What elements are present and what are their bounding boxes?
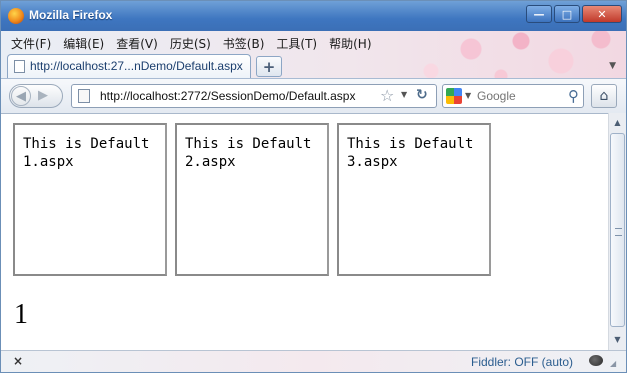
forward-arrow-icon[interactable]: ▶ — [38, 88, 48, 103]
home-button[interactable]: ⌂ — [591, 84, 617, 108]
menu-bookmarks[interactable]: 书签(B) — [217, 33, 271, 53]
page-content: This is Default1.aspx This is Default2.a… — [1, 113, 608, 350]
menu-help[interactable]: 帮助(H) — [323, 33, 377, 53]
page-icon — [14, 60, 25, 73]
menu-bar: 文件(F) 编辑(E) 查看(V) 历史(S) 书签(B) 工具(T) 帮助(H… — [5, 33, 378, 53]
frame-text: This is Default1.aspx — [23, 136, 150, 170]
browser-chrome: 文件(F) 编辑(E) 查看(V) 历史(S) 书签(B) 工具(T) 帮助(H… — [1, 31, 626, 114]
navigation-toolbar: ◀ ▶ http://localhost:2772/SessionDemo/De… — [1, 78, 626, 114]
menu-edit[interactable]: 编辑(E) — [57, 33, 110, 53]
fiddler-status[interactable]: Fiddler: OFF (auto) — [471, 355, 573, 369]
frame-text: This is Default2.aspx — [185, 136, 312, 170]
menu-tools[interactable]: 工具(T) — [270, 33, 323, 53]
search-engine-dropdown-icon[interactable]: ▼ — [465, 91, 471, 100]
back-arrow-icon[interactable]: ◀ — [11, 86, 31, 106]
home-icon: ⌂ — [599, 88, 609, 104]
new-tab-button[interactable]: + — [256, 56, 282, 77]
back-forward-group: ◀ ▶ — [9, 84, 63, 108]
title-bar: Mozilla Firefox — □ ✕ — [1, 1, 626, 31]
frame-default2: This is Default2.aspx — [175, 123, 329, 276]
magnifier-icon[interactable]: ⚲ — [568, 87, 579, 105]
window-controls: — □ ✕ — [526, 5, 622, 23]
scroll-up-icon[interactable]: ▲ — [610, 115, 625, 131]
vertical-scrollbar[interactable]: ▲ ▼ — [608, 113, 626, 350]
address-bar[interactable]: http://localhost:2772/SessionDemo/Defaul… — [71, 84, 437, 108]
tab-list-chevron-icon[interactable]: ▼ — [609, 61, 616, 71]
frame-default3: This is Default3.aspx — [337, 123, 491, 276]
tab-default-aspx[interactable]: http://localhost:27...nDemo/Default.aspx — [7, 54, 251, 78]
tab-strip: http://localhost:27...nDemo/Default.aspx… — [1, 53, 626, 78]
scrollbar-thumb[interactable] — [610, 133, 625, 327]
minimize-button[interactable]: — — [526, 5, 552, 23]
search-input[interactable] — [477, 89, 557, 103]
menu-file[interactable]: 文件(F) — [5, 33, 57, 53]
counter-value: 1 — [14, 299, 28, 330]
history-dropdown-icon[interactable]: ▼ — [401, 90, 407, 99]
url-text[interactable]: http://localhost:2772/SessionDemo/Defaul… — [100, 89, 355, 103]
window-title: Mozilla Firefox — [29, 8, 113, 22]
status-bar: × Fiddler: OFF (auto) ◢ — [1, 350, 626, 372]
firefox-logo-icon — [8, 8, 24, 24]
close-window-button[interactable]: ✕ — [582, 5, 622, 23]
frame-text: This is Default3.aspx — [347, 136, 474, 170]
menu-view[interactable]: 查看(V) — [110, 33, 164, 53]
page-icon — [78, 89, 90, 103]
resize-grip-icon[interactable]: ◢ — [610, 359, 616, 368]
menu-history[interactable]: 历史(S) — [164, 33, 217, 53]
scroll-down-icon[interactable]: ▼ — [610, 332, 625, 348]
bookmark-star-icon[interactable]: ☆ — [380, 86, 394, 105]
tab-title: http://localhost:27...nDemo/Default.aspx — [30, 59, 243, 73]
search-bar: ▼ ⚲ — [442, 84, 584, 108]
reload-icon[interactable]: ↻ — [416, 87, 428, 103]
addon-icon[interactable] — [589, 355, 603, 366]
browser-window: Mozilla Firefox — □ ✕ 文件(F) 编辑(E) 查看(V) … — [0, 0, 627, 373]
maximize-button[interactable]: □ — [554, 5, 580, 23]
grip-icon — [615, 228, 622, 236]
close-icon[interactable]: × — [13, 354, 23, 368]
frame-default1: This is Default1.aspx — [13, 123, 167, 276]
google-logo-icon[interactable] — [446, 88, 462, 104]
